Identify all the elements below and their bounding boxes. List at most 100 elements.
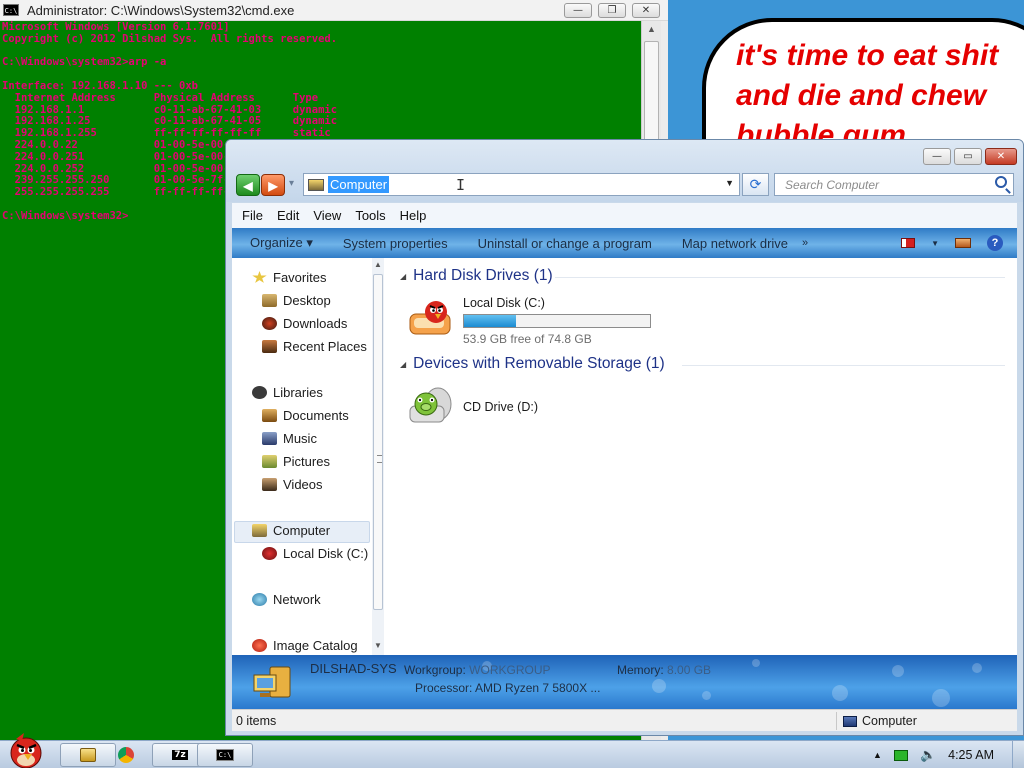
- cmd-minimize-button[interactable]: —: [564, 3, 592, 18]
- collapse-triangle-icon[interactable]: ◢: [400, 360, 406, 369]
- image-catalog-icon: [252, 639, 267, 652]
- menu-file[interactable]: File: [242, 208, 263, 223]
- menu-tools[interactable]: Tools: [355, 208, 385, 223]
- map-network-drive-button[interactable]: Map network drive: [682, 236, 788, 251]
- computer-icon: [308, 178, 324, 191]
- group-divider: [555, 277, 1005, 278]
- show-hidden-icons-icon[interactable]: ▲: [873, 750, 882, 760]
- nav-item-downloads[interactable]: Downloads: [262, 316, 347, 331]
- navigation-scrollbar[interactable]: ▲ ▼: [372, 258, 384, 655]
- view-dropdown-icon[interactable]: ▼: [931, 239, 939, 248]
- wallpaper-text-line: and die and chew: [736, 79, 987, 112]
- refresh-button[interactable]: ⟳: [742, 173, 769, 196]
- nav-item-pictures[interactable]: Pictures: [262, 454, 330, 469]
- memory-label: Memory:: [617, 663, 664, 677]
- menu-edit[interactable]: Edit: [277, 208, 299, 223]
- desktop-icon: [262, 294, 277, 307]
- nav-item-music[interactable]: Music: [262, 431, 317, 446]
- content-pane: ◢ Hard Disk Drives (1) Local Disk (C:) 5…: [390, 258, 1017, 655]
- navigation-scroll-thumb[interactable]: [373, 274, 383, 610]
- details-pane: DILSHAD-SYS Workgroup: WORKGROUP Memory:…: [232, 655, 1017, 709]
- recent-pages-dropdown-icon[interactable]: ▾: [289, 178, 294, 189]
- group-header-removable-storage[interactable]: ◢ Devices with Removable Storage (1): [400, 355, 665, 373]
- search-input[interactable]: Search Computer: [774, 173, 1014, 196]
- menu-view[interactable]: View: [313, 208, 341, 223]
- taskbar: 7z C:\ ▲ 🔈 4:25 AM: [0, 733, 1024, 768]
- start-button-angry-bird-icon[interactable]: [2, 729, 50, 768]
- scroll-down-arrow-icon[interactable]: ▼: [372, 641, 384, 650]
- nav-label: Recent Places: [283, 339, 367, 354]
- explorer-window[interactable]: — ▭ ✕ ◀ ▶ ▾ Computer I ▼ ⟳ Search Comput…: [225, 139, 1024, 736]
- nav-item-local-disk[interactable]: Local Disk (C:): [262, 546, 368, 561]
- angry-bird-drive-icon: [409, 301, 451, 335]
- cmd-titlebar[interactable]: C:\ Administrator: C:\Windows\System32\c…: [0, 0, 668, 21]
- item-count: 0 items: [236, 714, 277, 728]
- network-status-icon[interactable]: [893, 749, 908, 761]
- nav-item-favorites[interactable]: Favorites: [252, 270, 326, 285]
- more-commands-button[interactable]: »: [802, 237, 808, 249]
- console-line: Copyright (c) 2012 Dilshad Sys. All righ…: [2, 32, 338, 45]
- show-desktop-button[interactable]: [1012, 741, 1024, 768]
- music-icon: [262, 432, 277, 445]
- scroll-up-arrow-icon[interactable]: ▲: [372, 260, 384, 269]
- cmd-icon: C:\: [215, 749, 235, 761]
- drive-name-d[interactable]: CD Drive (D:): [463, 400, 538, 414]
- group-divider: [682, 365, 1005, 366]
- menu-help[interactable]: Help: [400, 208, 427, 223]
- nav-item-videos[interactable]: Videos: [262, 477, 323, 492]
- cmd-app-icon: C:\: [3, 4, 19, 16]
- nav-label: Videos: [283, 477, 323, 492]
- scroll-up-arrow-icon[interactable]: ▲: [642, 21, 661, 38]
- nav-item-desktop[interactable]: Desktop: [262, 293, 331, 308]
- uninstall-program-button[interactable]: Uninstall or change a program: [478, 236, 652, 251]
- preview-pane-icon[interactable]: [955, 238, 971, 248]
- nav-label: Local Disk (C:): [283, 546, 369, 561]
- cmd-close-button[interactable]: ✕: [632, 3, 660, 18]
- clock[interactable]: 4:25 AM: [948, 748, 994, 762]
- collapse-triangle-icon[interactable]: ◢: [400, 272, 406, 281]
- help-icon[interactable]: ?: [987, 235, 1003, 251]
- console-line: C:\Windows\system32>arp -a: [2, 56, 167, 69]
- status-bar: 0 items Computer: [232, 709, 1017, 731]
- green-pig-cd-drive-icon: [409, 387, 452, 423]
- back-button[interactable]: ◀: [236, 174, 260, 196]
- pictures-icon: [262, 455, 277, 468]
- address-bar[interactable]: Computer I ▼: [303, 173, 740, 196]
- taskbar-cmd-button[interactable]: C:\: [197, 743, 253, 767]
- recent-places-icon: [262, 340, 277, 353]
- explorer-maximize-button[interactable]: ▭: [954, 148, 982, 165]
- navigation-pane: Favorites Desktop Downloads Recent Place…: [232, 258, 390, 655]
- status-location-label: Computer: [862, 714, 917, 728]
- nav-label: Pictures: [283, 454, 330, 469]
- 7zip-icon: 7z: [172, 750, 188, 760]
- explorer-close-button[interactable]: ✕: [985, 148, 1017, 165]
- computer-icon: [253, 666, 291, 698]
- nav-item-documents[interactable]: Documents: [262, 408, 349, 423]
- network-icon: [252, 593, 267, 606]
- nav-item-recent-places[interactable]: Recent Places: [262, 339, 367, 354]
- system-properties-button[interactable]: System properties: [343, 236, 448, 251]
- nav-item-computer[interactable]: Computer: [252, 523, 330, 538]
- nav-item-network[interactable]: Network: [252, 592, 321, 607]
- status-location: Computer: [836, 712, 917, 730]
- memory-value: 8.00 GB: [667, 663, 712, 677]
- star-icon: [252, 271, 267, 283]
- forward-button[interactable]: ▶: [261, 174, 285, 196]
- explorer-minimize-button[interactable]: —: [923, 148, 951, 165]
- address-dropdown-icon[interactable]: ▼: [725, 178, 734, 188]
- organize-button[interactable]: Organize ▾: [250, 235, 313, 251]
- nav-item-image-catalog[interactable]: Image Catalog: [252, 638, 358, 653]
- libraries-icon: [252, 386, 267, 399]
- nav-item-libraries[interactable]: Libraries: [252, 385, 323, 400]
- address-text[interactable]: Computer: [328, 176, 390, 193]
- cmd-restore-button[interactable]: ❐: [598, 3, 626, 18]
- memory-info: Memory: 8.00 GB: [617, 663, 711, 677]
- volume-icon[interactable]: 🔈: [920, 747, 936, 763]
- drive-name-c[interactable]: Local Disk (C:): [463, 296, 545, 310]
- taskbar-chrome-button[interactable]: [98, 743, 154, 767]
- view-options-icon[interactable]: [901, 238, 916, 248]
- search-icon[interactable]: [995, 176, 1007, 188]
- group-header-hard-disk-drives[interactable]: ◢ Hard Disk Drives (1): [400, 267, 553, 285]
- downloads-icon: [262, 317, 277, 330]
- videos-icon: [262, 478, 277, 491]
